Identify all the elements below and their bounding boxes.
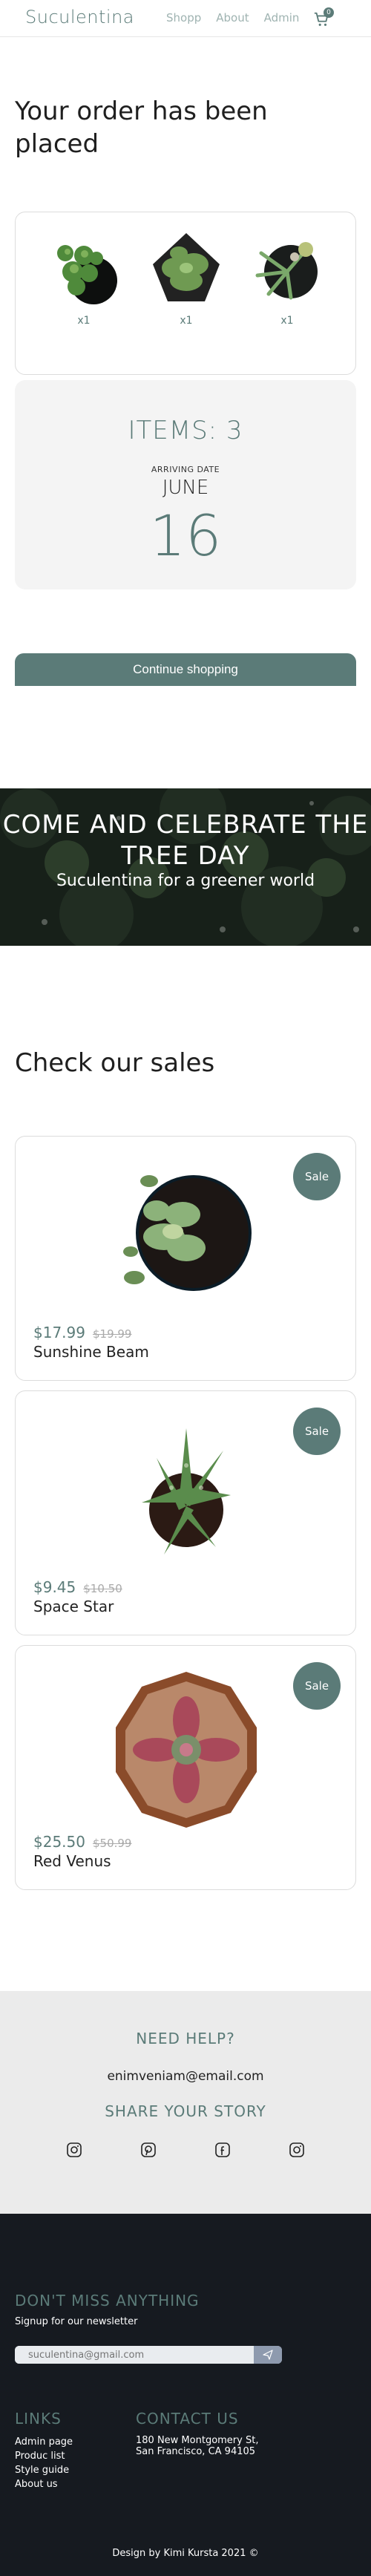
product-price: $25.50 bbox=[33, 1833, 85, 1851]
share-title: SHARE YOUR STORY bbox=[105, 2102, 266, 2120]
price-row: $9.45 $10.50 bbox=[33, 1578, 122, 1596]
product-name: Space Star bbox=[33, 1598, 114, 1615]
footer-credit: Design by Kimi Kursta 2021 © bbox=[112, 2548, 259, 2559]
product-card[interactable]: Sale $25.50 $50.99 Red Venus bbox=[15, 1645, 356, 1890]
item-qty: x1 bbox=[77, 315, 91, 327]
product-price: $17.99 bbox=[33, 1324, 85, 1341]
nav-item-admin[interactable]: Admin bbox=[264, 11, 300, 24]
social-links bbox=[0, 2141, 371, 2159]
product-old-price: $10.50 bbox=[83, 1582, 122, 1595]
cart-count-badge: 0 bbox=[324, 7, 334, 18]
help-section: NEED HELP? enimveniam@email.com SHARE YO… bbox=[0, 1991, 371, 2214]
price-row: $25.50 $50.99 bbox=[33, 1833, 131, 1851]
product-old-price: $50.99 bbox=[92, 1837, 132, 1850]
newsletter-email-input[interactable] bbox=[15, 2346, 254, 2364]
product-name: Sunshine Beam bbox=[33, 1343, 149, 1361]
instagram-icon[interactable] bbox=[288, 2141, 306, 2159]
product-name: Red Venus bbox=[33, 1852, 111, 1870]
continue-shopping-button[interactable]: Continue shopping bbox=[15, 653, 356, 686]
banner-title: COME AND CELEBRATE THE TREE DAY bbox=[2, 810, 369, 871]
footer-link-admin[interactable]: Admin page bbox=[15, 2435, 73, 2449]
site-header: Suculentina Shopp About Admin 0 bbox=[0, 0, 371, 37]
links-title: LINKS bbox=[15, 2410, 62, 2428]
order-item: x1 bbox=[243, 227, 332, 327]
newsletter-form bbox=[15, 2346, 282, 2364]
product-image bbox=[116, 1672, 257, 1828]
product-price: $9.45 bbox=[33, 1578, 76, 1596]
footer-link-style-guide[interactable]: Style guide bbox=[15, 2463, 73, 2477]
promo-banner: COME AND CELEBRATE THE TREE DAY Suculent… bbox=[0, 788, 371, 946]
site-footer: DON'T MISS ANYTHING Signup for our newsl… bbox=[0, 2214, 371, 2576]
help-email-link[interactable]: enimveniam@email.com bbox=[0, 2069, 371, 2084]
footer-link-product-list[interactable]: Produc list bbox=[15, 2449, 73, 2463]
plant-image bbox=[153, 233, 220, 301]
contact-line: 180 New Montgomery St, bbox=[136, 2435, 259, 2446]
product-old-price: $19.99 bbox=[92, 1327, 132, 1341]
product-image bbox=[123, 1175, 252, 1291]
price-row: $17.99 $19.99 bbox=[33, 1324, 131, 1341]
product-image bbox=[142, 1428, 231, 1555]
item-qty: x1 bbox=[180, 315, 193, 327]
footer-link-about[interactable]: About us bbox=[15, 2477, 73, 2491]
product-card[interactable]: Sale $17.99 $19.99 Sunshine Beam bbox=[15, 1136, 356, 1381]
plant-image bbox=[57, 245, 117, 304]
items-count: ITEMS: 3 bbox=[128, 416, 243, 445]
sale-badge: Sale bbox=[293, 1662, 341, 1710]
pinterest-icon[interactable] bbox=[139, 2141, 157, 2159]
contact-address: 180 New Montgomery St, San Francisco, CA… bbox=[136, 2435, 258, 2457]
send-icon bbox=[263, 2350, 273, 2360]
banner-subtitle: Suculentina for a greener world bbox=[56, 872, 315, 890]
order-items-card: x1 x1 x1 bbox=[15, 212, 356, 375]
order-item: x1 bbox=[142, 227, 231, 327]
instagram-icon[interactable] bbox=[65, 2141, 83, 2159]
arriving-date-label: ARRIVING DATE bbox=[151, 465, 220, 474]
arriving-day: 16 bbox=[149, 503, 222, 569]
contact-line: San Francisco, CA 94105 bbox=[136, 2446, 256, 2457]
sale-badge: Sale bbox=[293, 1153, 341, 1200]
facebook-icon[interactable] bbox=[214, 2141, 232, 2159]
nav-item-about[interactable]: About bbox=[216, 11, 249, 24]
newsletter-subtitle: Signup for our newsletter bbox=[15, 2316, 138, 2327]
page: Suculentina Shopp About Admin 0 Your ord… bbox=[0, 0, 371, 2576]
newsletter-send-button[interactable] bbox=[254, 2346, 282, 2364]
help-title: NEED HELP? bbox=[136, 2030, 235, 2047]
newsletter-title: DON'T MISS ANYTHING bbox=[15, 2292, 200, 2309]
plant-image bbox=[255, 242, 318, 300]
order-item: x1 bbox=[39, 227, 128, 327]
order-summary-card: ITEMS: 3 ARRIVING DATE JUNE 16 bbox=[15, 380, 356, 589]
sales-title: Check our sales bbox=[15, 1048, 215, 1078]
sale-badge: Sale bbox=[293, 1408, 341, 1455]
main-nav: Shopp About Admin bbox=[166, 11, 299, 24]
arriving-month: JUNE bbox=[162, 477, 209, 499]
product-card[interactable]: Sale $9.45 $10.50 Space Star bbox=[15, 1390, 356, 1635]
nav-item-shop[interactable]: Shopp bbox=[166, 11, 201, 24]
order-title: Your order has been placed bbox=[15, 97, 268, 159]
footer-links: Admin page Produc list Style guide About… bbox=[15, 2435, 73, 2491]
contact-title: CONTACT US bbox=[136, 2410, 239, 2428]
cart-button[interactable]: 0 bbox=[313, 7, 334, 28]
item-qty: x1 bbox=[280, 315, 294, 327]
logo[interactable]: Suculentina bbox=[25, 7, 134, 27]
